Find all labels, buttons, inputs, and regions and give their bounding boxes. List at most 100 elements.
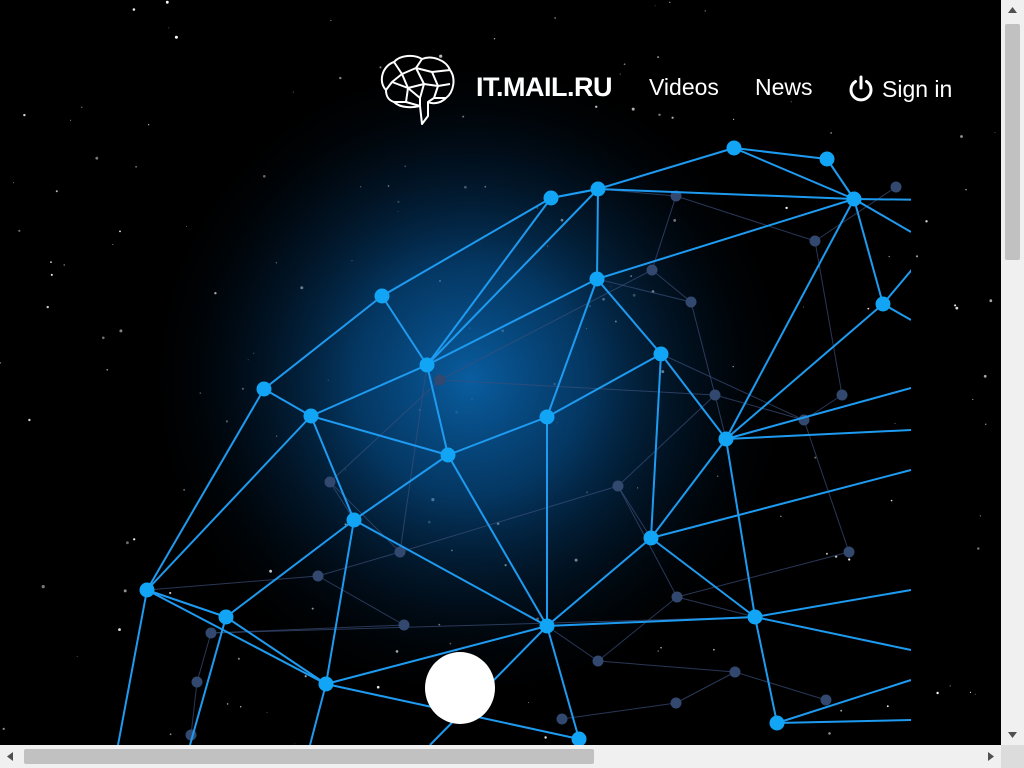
network-back-node bbox=[836, 389, 848, 401]
star bbox=[790, 101, 792, 103]
network-back-node bbox=[324, 476, 336, 488]
sign-in-button[interactable]: Sign in bbox=[846, 74, 952, 104]
star bbox=[936, 691, 939, 695]
network-back-node bbox=[809, 235, 821, 247]
star bbox=[70, 119, 72, 121]
star bbox=[848, 558, 851, 561]
network-node bbox=[643, 530, 659, 546]
star bbox=[915, 255, 919, 258]
circle-icon[interactable] bbox=[425, 652, 495, 724]
star bbox=[237, 657, 240, 660]
page-viewport: IT.MAIL.RU Videos News Sign in bbox=[0, 0, 1001, 745]
star bbox=[669, 1, 671, 3]
star bbox=[925, 220, 928, 223]
star bbox=[960, 135, 963, 138]
network-node bbox=[875, 296, 891, 312]
star bbox=[46, 305, 49, 309]
star bbox=[76, 655, 78, 657]
star bbox=[814, 456, 817, 459]
scrollbar-corner bbox=[1001, 745, 1024, 768]
star bbox=[493, 38, 496, 40]
network-node bbox=[589, 271, 605, 287]
star bbox=[830, 132, 832, 134]
network-back-node bbox=[646, 264, 658, 276]
vertical-scrollbar[interactable] bbox=[1001, 0, 1024, 745]
horizontal-scrollbar[interactable] bbox=[0, 745, 1001, 768]
network-globe-illustration bbox=[0, 0, 1001, 745]
network-node bbox=[303, 408, 319, 424]
star bbox=[657, 56, 660, 59]
scroll-down-icon[interactable] bbox=[1001, 725, 1024, 745]
network-node bbox=[218, 609, 234, 625]
star bbox=[828, 732, 831, 735]
network-node bbox=[846, 191, 862, 207]
star bbox=[168, 27, 170, 29]
star bbox=[2, 727, 5, 731]
star bbox=[266, 712, 268, 713]
star bbox=[50, 273, 53, 276]
star bbox=[544, 736, 547, 739]
network-right-clip bbox=[911, 0, 1001, 745]
scroll-up-icon[interactable] bbox=[1001, 0, 1024, 20]
blue-glow bbox=[140, 50, 800, 710]
star bbox=[989, 299, 993, 303]
star bbox=[969, 691, 972, 694]
star bbox=[888, 255, 890, 258]
star bbox=[330, 20, 332, 21]
network-node bbox=[139, 582, 155, 598]
star bbox=[119, 329, 123, 333]
network-node bbox=[539, 409, 555, 425]
nav-videos-link[interactable]: Videos bbox=[649, 74, 719, 101]
network-node bbox=[819, 151, 835, 167]
network-node bbox=[374, 288, 390, 304]
network-node bbox=[590, 181, 606, 197]
star bbox=[949, 685, 951, 687]
vertical-scroll-thumb[interactable] bbox=[1005, 24, 1020, 260]
star bbox=[671, 116, 674, 119]
network-link bbox=[596, 188, 599, 280]
star bbox=[554, 17, 556, 19]
star bbox=[619, 73, 621, 75]
network-back-node bbox=[671, 591, 683, 603]
star bbox=[41, 585, 45, 589]
brain-icon[interactable] bbox=[376, 52, 456, 128]
star bbox=[713, 648, 715, 651]
scroll-left-icon[interactable] bbox=[0, 745, 20, 768]
star bbox=[226, 703, 229, 705]
scroll-right-icon[interactable] bbox=[981, 745, 1001, 768]
star bbox=[240, 706, 242, 708]
star bbox=[132, 8, 136, 11]
star bbox=[112, 244, 114, 245]
network-back-node bbox=[820, 694, 832, 706]
sign-in-label: Sign in bbox=[882, 75, 953, 102]
star bbox=[979, 515, 981, 517]
star bbox=[704, 10, 706, 12]
network-node bbox=[653, 346, 669, 362]
star bbox=[886, 705, 889, 708]
star bbox=[50, 261, 52, 263]
star bbox=[623, 63, 626, 66]
brand-link[interactable]: IT.MAIL.RU bbox=[476, 72, 613, 103]
star bbox=[983, 374, 987, 378]
nav-news-link[interactable]: News bbox=[755, 74, 813, 101]
horizontal-scroll-thumb[interactable] bbox=[24, 749, 594, 764]
star bbox=[169, 591, 172, 595]
star bbox=[733, 118, 735, 120]
network-node bbox=[543, 190, 559, 206]
star bbox=[955, 306, 959, 310]
star bbox=[102, 336, 105, 340]
network-node bbox=[718, 431, 734, 447]
star bbox=[118, 628, 121, 631]
network-node bbox=[539, 618, 555, 634]
network-back-node bbox=[670, 697, 682, 709]
star bbox=[174, 35, 178, 39]
star bbox=[63, 264, 65, 266]
star bbox=[894, 423, 896, 424]
power-icon bbox=[849, 75, 873, 102]
star bbox=[954, 304, 957, 307]
star bbox=[28, 418, 31, 422]
star bbox=[95, 156, 99, 160]
star bbox=[18, 229, 21, 232]
star bbox=[55, 190, 58, 193]
star bbox=[977, 547, 980, 550]
